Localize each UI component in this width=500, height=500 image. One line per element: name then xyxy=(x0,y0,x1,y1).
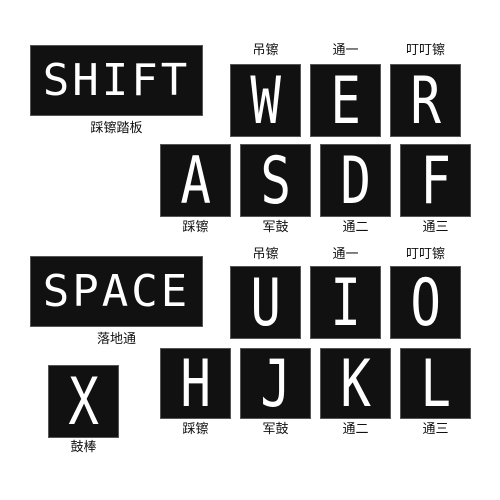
key-h[interactable]: H xyxy=(160,348,231,419)
label-e: 通一 xyxy=(332,43,359,58)
key-i[interactable]: I xyxy=(310,266,381,339)
key-r-glyph: R xyxy=(410,61,441,139)
key-a-glyph: A xyxy=(180,141,211,219)
key-f[interactable]: F xyxy=(400,144,471,217)
label-i: 通一 xyxy=(332,247,359,262)
key-j-glyph: J xyxy=(260,344,291,422)
key-shift-glyph: SHIFT xyxy=(42,54,191,106)
key-h-glyph: H xyxy=(180,344,211,422)
key-s-glyph: S xyxy=(260,141,291,219)
key-a[interactable]: A xyxy=(160,144,231,217)
key-shift[interactable]: SHIFT xyxy=(30,45,203,116)
key-j[interactable]: J xyxy=(240,348,311,419)
key-w-glyph: W xyxy=(250,61,281,139)
label-w: 吊镲 xyxy=(252,43,279,58)
key-f-glyph: F xyxy=(420,141,451,219)
label-j: 军鼓 xyxy=(262,422,289,437)
key-d-glyph: D xyxy=(340,141,371,219)
key-u-glyph: U xyxy=(250,263,281,341)
label-s: 军鼓 xyxy=(262,220,289,235)
key-x[interactable]: X xyxy=(48,365,119,438)
label-h: 踩镲 xyxy=(182,422,209,437)
label-k: 通二 xyxy=(342,422,369,437)
key-s[interactable]: S xyxy=(240,144,311,217)
key-x-glyph: X xyxy=(68,362,99,440)
key-space-glyph: SPACE xyxy=(42,265,191,317)
label-space: 落地通 xyxy=(96,332,136,347)
label-r: 叮叮镲 xyxy=(405,43,445,58)
key-e[interactable]: E xyxy=(310,64,381,137)
key-k-glyph: K xyxy=(340,344,371,422)
key-e-glyph: E xyxy=(330,61,361,139)
key-i-glyph: I xyxy=(330,263,361,341)
key-u[interactable]: U xyxy=(230,266,301,339)
key-k[interactable]: K xyxy=(320,348,391,419)
label-a: 踩镲 xyxy=(182,220,209,235)
label-shift: 踩镲踏板 xyxy=(90,121,143,136)
key-d[interactable]: D xyxy=(320,144,391,217)
key-r[interactable]: R xyxy=(390,64,461,137)
label-f: 通三 xyxy=(422,220,449,235)
key-space[interactable]: SPACE xyxy=(30,256,203,327)
label-x: 鼓棒 xyxy=(70,440,97,455)
label-d: 通二 xyxy=(342,220,369,235)
key-l[interactable]: L xyxy=(400,348,471,419)
label-u: 吊镲 xyxy=(252,247,279,262)
key-l-glyph: L xyxy=(420,344,451,422)
label-o: 叮叮镲 xyxy=(405,247,445,262)
key-w[interactable]: W xyxy=(230,64,301,137)
key-o[interactable]: O xyxy=(390,266,461,339)
label-l: 通三 xyxy=(422,422,449,437)
key-o-glyph: O xyxy=(410,263,441,341)
